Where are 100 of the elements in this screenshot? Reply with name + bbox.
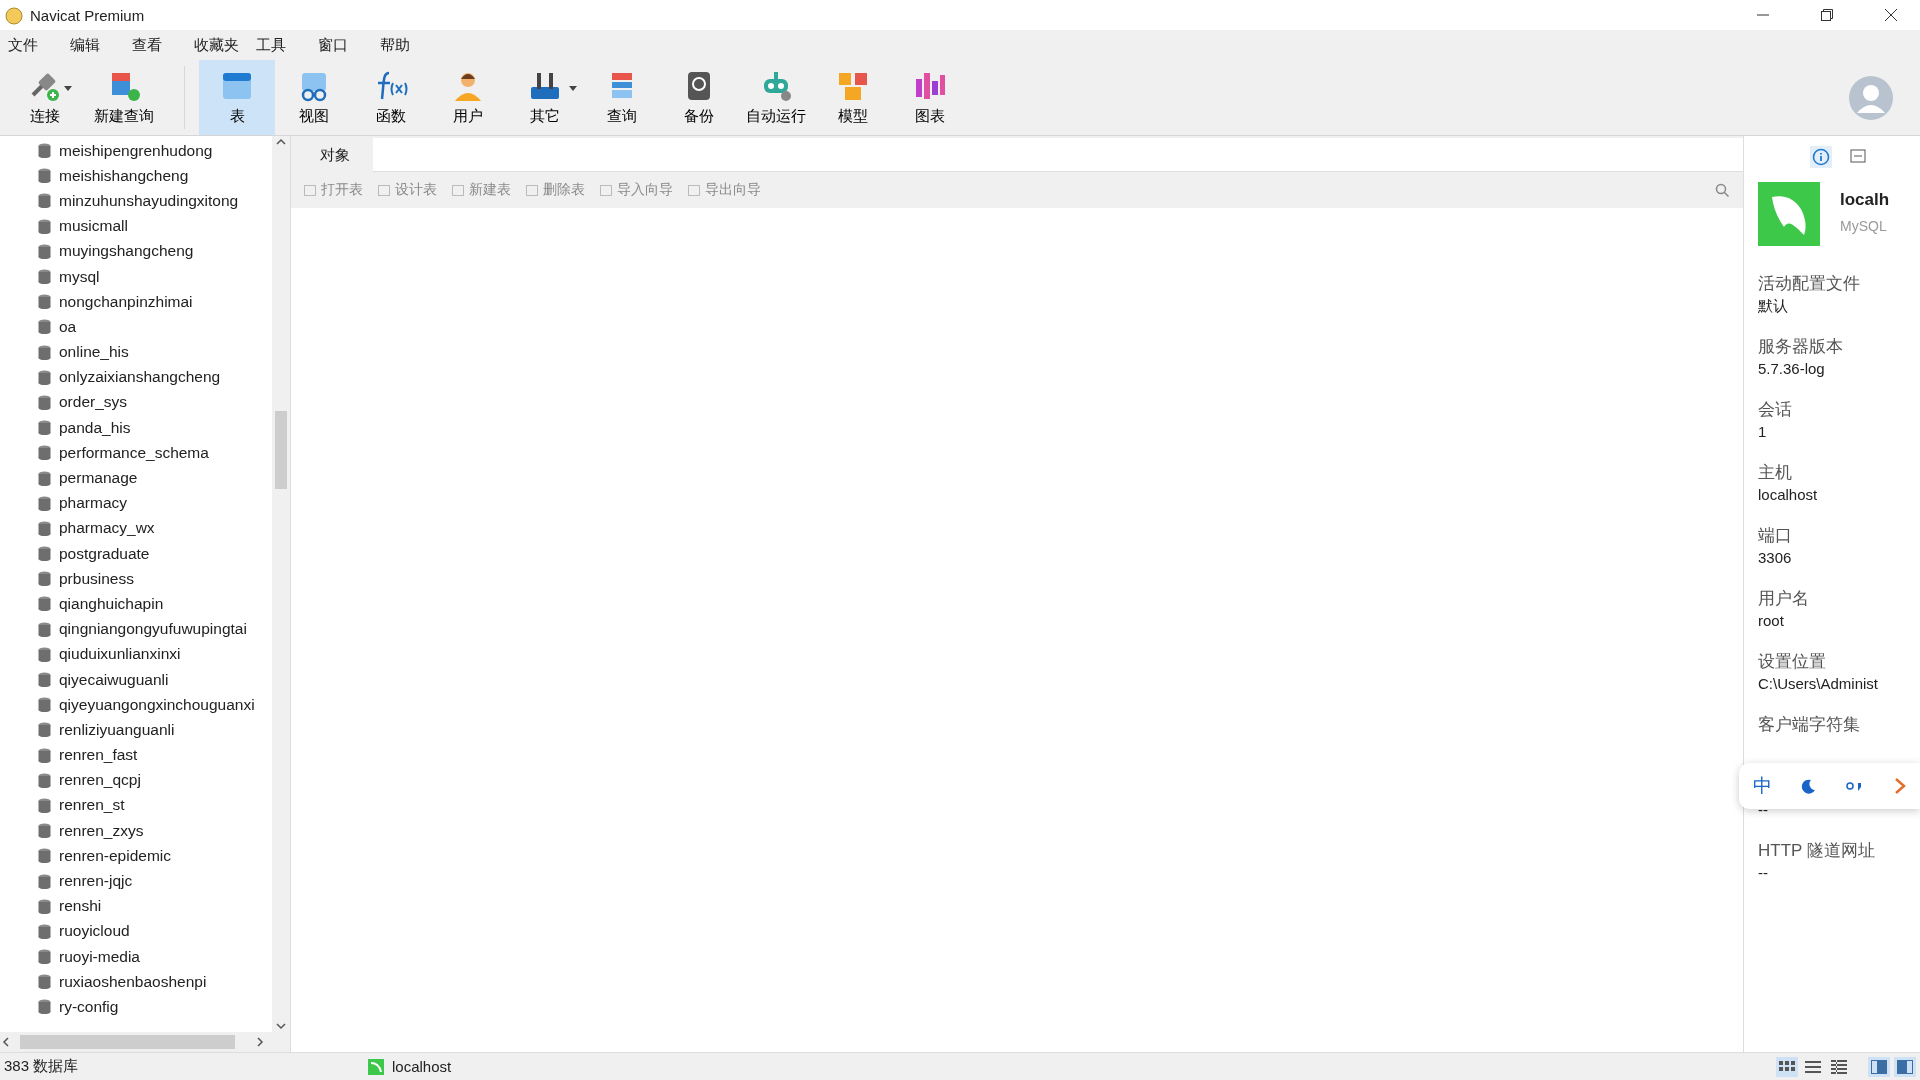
database-item[interactable]: oa	[0, 314, 272, 340]
database-name: ruxiaoshenbaoshenpi	[59, 972, 207, 991]
menu-item[interactable]: 文件	[8, 35, 70, 55]
toolbar-button[interactable]: 用户	[430, 60, 506, 135]
database-name: postgraduate	[59, 544, 150, 563]
database-name: nongchanpinzhimai	[59, 292, 193, 311]
database-item[interactable]: qiyeyuangongxinchouguanxi	[0, 692, 272, 718]
database-name: panda_his	[59, 418, 131, 437]
database-item[interactable]: meishipengrenhudong	[0, 138, 272, 164]
database-item[interactable]: renliziyuanguanli	[0, 717, 272, 743]
database-name: musicmall	[59, 217, 128, 236]
database-item[interactable]: muyingshangcheng	[0, 238, 272, 264]
database-item[interactable]: qiyecaiwuguanli	[0, 666, 272, 693]
database-item[interactable]: postgraduate	[0, 541, 272, 567]
database-name: online_his	[59, 343, 129, 362]
database-name: qiyeyuangongxinchouguanxi	[59, 695, 255, 714]
database-name: permanage	[59, 469, 138, 488]
database-name: ruoyicloud	[59, 922, 130, 941]
database-name: order_sys	[59, 393, 128, 412]
database-item[interactable]: renren_st	[0, 792, 272, 819]
database-item[interactable]: musicmall	[0, 213, 272, 239]
toolbar-button[interactable]: 视图	[276, 60, 352, 135]
database-name: renshi	[59, 897, 102, 916]
ime-toolbar[interactable]: 中	[1739, 763, 1920, 809]
database-item[interactable]: minzuhunshayudingxitong	[0, 188, 272, 214]
toolbar-button[interactable]: 模型	[815, 60, 891, 135]
database-item[interactable]: online_his	[0, 339, 272, 365]
menu-item[interactable]: 窗口	[318, 35, 380, 55]
database-item[interactable]: qianghuichapin	[0, 591, 272, 617]
database-item[interactable]: ruxiaoshenbaoshenpi	[0, 969, 272, 995]
field-value: C:\Users\Administ	[1758, 675, 1880, 694]
database-name: qingniangongyufuwupingtai	[59, 620, 247, 639]
connection-name: localhost	[392, 1058, 452, 1075]
menu-item[interactable]: 编辑	[70, 35, 132, 55]
database-name: renren_st	[59, 796, 125, 815]
field-value: 5.7.36-log	[1758, 360, 1826, 379]
connection-name: localh	[1840, 190, 1890, 210]
toolbar-button[interactable]: 新建查询	[79, 60, 169, 135]
field-label: 端口	[1758, 525, 1793, 547]
toolbar-button[interactable]: 连接	[12, 60, 78, 135]
toolbar-button[interactable]: 表	[199, 60, 275, 135]
database-name: mysql	[59, 267, 100, 286]
database-name: minzuhunshayudingxitong	[59, 191, 239, 210]
database-item[interactable]: pharmacy	[0, 490, 272, 516]
toolbar-button[interactable]: 自动运行	[738, 60, 814, 135]
database-item[interactable]: nongchanpinzhimai	[0, 289, 272, 315]
menu-item[interactable]: 工具	[256, 35, 318, 55]
field-label: 设置位置	[1758, 651, 1827, 673]
database-count: 383 数据库	[3, 1057, 80, 1076]
database-item[interactable]: renren_fast	[0, 742, 272, 768]
database-item[interactable]: mysql	[0, 263, 272, 290]
database-item[interactable]: panda_his	[0, 415, 272, 441]
database-name: renren_qcpj	[59, 771, 141, 790]
ime-mode[interactable]: 中	[1753, 773, 1773, 799]
field-value: 1	[1758, 423, 1768, 442]
menu-item[interactable]: 收藏夹	[194, 35, 256, 55]
database-name: renren-jqjc	[59, 872, 133, 891]
database-name: qiuduixunlianxinxi	[59, 645, 181, 664]
database-name: pharmacy	[59, 494, 128, 513]
database-item[interactable]: ry-config	[0, 994, 272, 1020]
database-item[interactable]: meishishangcheng	[0, 163, 272, 189]
database-item[interactable]: ruoyicloud	[0, 918, 272, 944]
database-item[interactable]: renshi	[0, 893, 272, 919]
database-name: renren-epidemic	[59, 846, 171, 865]
field-label: 主机	[1758, 462, 1793, 484]
connection-type: MySQL	[1840, 218, 1888, 234]
field-label: 用户名	[1758, 588, 1810, 610]
menu-item[interactable]: 查看	[132, 35, 194, 55]
toolbar-button[interactable]: 备份	[661, 60, 737, 135]
menu-item[interactable]: 帮助	[380, 35, 442, 55]
database-item[interactable]: prbusiness	[0, 566, 272, 592]
database-item[interactable]: renren-jqjc	[0, 868, 272, 894]
toolbar-button[interactable]: 其它	[507, 60, 583, 135]
database-item[interactable]: renren_qcpj	[0, 767, 272, 793]
field-label: 会话	[1758, 399, 1793, 421]
database-name: qianghuichapin	[59, 594, 164, 613]
toolbar-button[interactable]: 查询	[584, 60, 660, 135]
toolbar-button[interactable]: 函数	[353, 60, 429, 135]
database-item[interactable]: onlyzaixianshangcheng	[0, 364, 272, 390]
database-item[interactable]: ruoyi-media	[0, 944, 272, 970]
field-value: root	[1758, 612, 1785, 631]
database-item[interactable]: qingniangongyufuwupingtai	[0, 616, 272, 642]
field-value: localhost	[1758, 486, 1819, 505]
database-item[interactable]: renren-epidemic	[0, 843, 272, 869]
database-item[interactable]: permanage	[0, 465, 272, 491]
database-name: renren_zxys	[59, 821, 144, 840]
database-name: ry-config	[59, 997, 119, 1016]
field-label: 客户端字符集	[1758, 714, 1861, 736]
database-item[interactable]: performance_schema	[0, 440, 272, 466]
database-item[interactable]: pharmacy_wx	[0, 515, 272, 541]
database-name: meishipengrenhudong	[59, 141, 213, 160]
field-label: HTTP 隧道网址	[1758, 840, 1876, 862]
database-name: pharmacy_wx	[59, 519, 155, 538]
database-name: renliziyuanguanli	[59, 720, 175, 739]
database-item[interactable]: order_sys	[0, 389, 272, 416]
database-item[interactable]: qiuduixunlianxinxi	[0, 641, 272, 667]
field-label: 服务器版本	[1758, 336, 1844, 358]
database-item[interactable]: renren_zxys	[0, 818, 272, 844]
database-name: ruoyi-media	[59, 947, 140, 966]
toolbar-button[interactable]: 图表	[892, 60, 968, 135]
